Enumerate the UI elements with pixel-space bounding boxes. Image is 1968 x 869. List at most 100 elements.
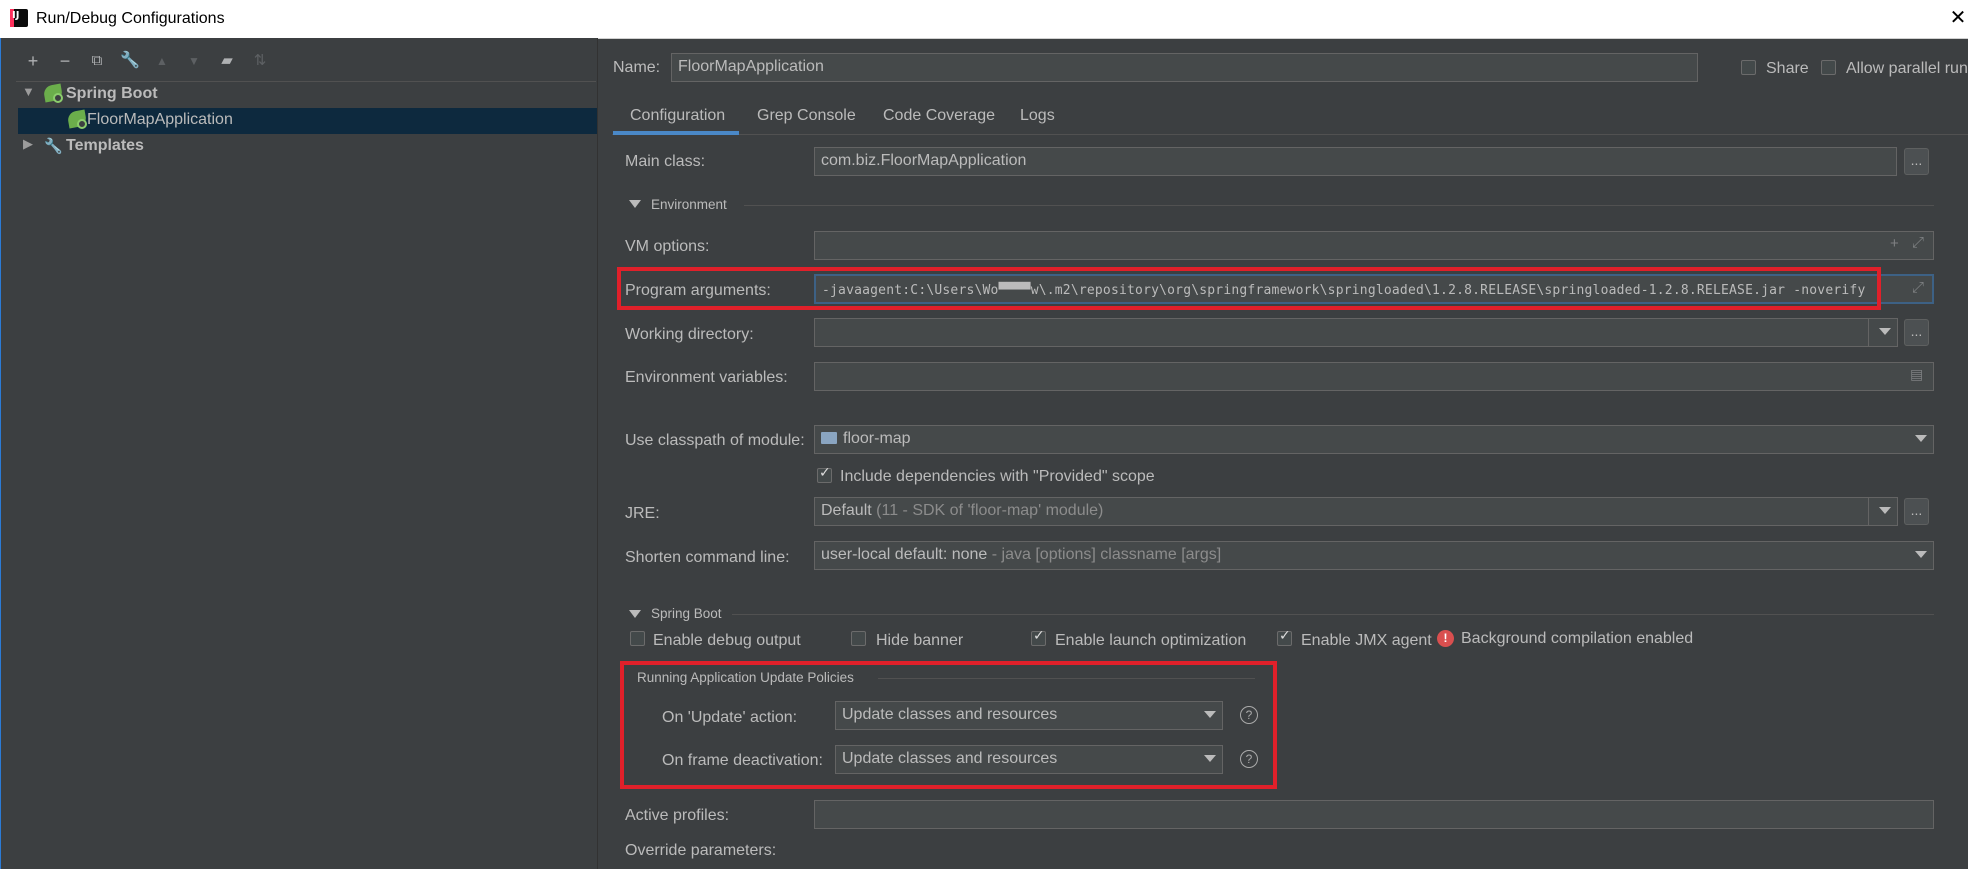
collapse-environment-icon[interactable] (629, 200, 641, 208)
tab-code-coverage[interactable]: Code Coverage (883, 107, 995, 125)
divider (744, 205, 1934, 206)
chevron-down-icon (1915, 435, 1927, 442)
add-icon[interactable]: + (1890, 235, 1899, 252)
wrench-icon[interactable]: 🔧 (119, 50, 141, 72)
document-icon[interactable]: ▤ (1910, 366, 1923, 383)
shorten-command-line-select[interactable]: user-local default: none - java [options… (814, 541, 1934, 570)
move-up-icon[interactable]: ▲ (151, 50, 173, 72)
tabs-divider (612, 134, 1968, 135)
remove-icon[interactable]: − (54, 50, 76, 72)
on-update-action-select[interactable]: Update classes and resources (835, 701, 1223, 730)
share-checkbox[interactable] (1741, 60, 1756, 75)
tree-item-floor-map-application[interactable]: FloorMapApplication (18, 108, 597, 134)
shorten-command-line-hint: - java [options] classname [args] (991, 546, 1222, 563)
sort-icon[interactable]: ⇅ (249, 50, 271, 72)
active-profiles-label: Active profiles: (625, 807, 730, 824)
close-icon[interactable]: ✕ (1948, 6, 1968, 30)
background-compilation-label: Background compilation enabled (1461, 630, 1694, 647)
help-icon[interactable]: ? (1240, 750, 1258, 768)
jre-input[interactable]: Default (11 - SDK of 'floor-map' module) (814, 497, 1869, 526)
hide-banner-checkbox[interactable] (851, 631, 866, 646)
copy-icon[interactable]: ⧉ (86, 50, 108, 72)
enable-launch-optimization-label: Enable launch optimization (1055, 632, 1247, 649)
tab-logs[interactable]: Logs (1020, 107, 1055, 125)
tree-item-label: FloorMapApplication (87, 111, 233, 128)
name-input[interactable]: FloorMapApplication (671, 53, 1698, 82)
error-icon: ! (1437, 630, 1454, 647)
jre-value: Default (821, 502, 872, 519)
environment-variables-label: Environment variables: (625, 369, 788, 386)
chevron-down-icon (1879, 328, 1891, 335)
working-directory-label: Working directory: (625, 326, 754, 343)
tab-grep-console[interactable]: Grep Console (757, 107, 856, 125)
tree-item-label: Templates (66, 137, 144, 154)
add-icon[interactable]: + (22, 50, 44, 72)
expand-icon[interactable]: ⤢ (1912, 234, 1924, 251)
name-label: Name: (613, 59, 661, 76)
environment-variables-input[interactable] (814, 362, 1934, 391)
module-folder-icon (821, 432, 837, 444)
enable-debug-output-label: Enable debug output (653, 632, 801, 649)
collapse-spring-boot-icon[interactable] (629, 610, 641, 618)
allow-parallel-checkbox[interactable] (1821, 60, 1836, 75)
collapse-arrow-icon[interactable]: ▶ (23, 136, 33, 152)
shorten-command-line-value: user-local default: none (821, 546, 988, 563)
shorten-command-line-label: Shorten command line: (625, 549, 790, 566)
active-profiles-input[interactable] (814, 800, 1934, 829)
include-dependencies-checkbox[interactable] (817, 465, 832, 483)
allow-parallel-label: Allow parallel run (1846, 60, 1968, 77)
window-title: Run/Debug Configurations (36, 10, 225, 27)
vm-options-label: VM options: (625, 238, 710, 255)
divider (878, 678, 1255, 679)
chevron-down-icon (1204, 711, 1216, 718)
spring-boot-icon (66, 109, 88, 129)
title-bar: Run/Debug Configurations ✕ (0, 0, 1968, 39)
on-frame-deactivation-select[interactable]: Update classes and resources (835, 745, 1223, 774)
chevron-down-icon (1879, 507, 1891, 514)
working-directory-dropdown[interactable] (1868, 318, 1898, 347)
chevron-down-icon (1204, 755, 1216, 762)
main-class-label: Main class: (625, 153, 706, 170)
browse-working-directory-button[interactable]: ... (1904, 319, 1929, 346)
browse-main-class-button[interactable]: ... (1904, 148, 1929, 175)
spring-boot-icon (42, 83, 64, 103)
new-folder-icon[interactable]: ▰ (216, 50, 238, 72)
on-update-action-value: Update classes and resources (842, 706, 1058, 723)
jre-label: JRE: (625, 505, 660, 522)
on-frame-deactivation-label: On frame deactivation: (662, 752, 823, 769)
tree-item-spring-boot[interactable]: ▼ Spring Boot (18, 82, 597, 108)
jre-dropdown[interactable] (1868, 497, 1898, 526)
divider (732, 614, 1934, 615)
help-icon[interactable]: ? (1240, 706, 1258, 724)
wrench-icon: 🔧 (44, 138, 63, 155)
classpath-module-select[interactable]: floor-map (814, 425, 1934, 454)
enable-launch-optimization-checkbox[interactable] (1031, 628, 1046, 646)
update-policies-title: Running Application Update Policies (637, 670, 854, 685)
tree-item-label: Spring Boot (66, 85, 158, 102)
highlight-box (617, 267, 1881, 310)
browse-jre-button[interactable]: ... (1904, 498, 1929, 525)
working-directory-input[interactable] (814, 318, 1869, 347)
hide-banner-label: Hide banner (876, 632, 964, 649)
tree-item-templates[interactable]: ▶ 🔧 Templates (18, 134, 597, 160)
expand-arrow-icon[interactable]: ▼ (22, 84, 35, 99)
spring-boot-section-title: Spring Boot (651, 606, 722, 621)
configurations-tree-panel (0, 38, 598, 869)
move-down-icon[interactable]: ▼ (183, 50, 205, 72)
include-dependencies-label: Include dependencies with "Provided" sco… (840, 468, 1155, 485)
override-parameters-label: Override parameters: (625, 842, 777, 859)
chevron-down-icon (1915, 551, 1927, 558)
classpath-module-label: Use classpath of module: (625, 432, 805, 449)
active-tab-indicator (613, 131, 739, 135)
enable-jmx-agent-checkbox[interactable] (1277, 628, 1292, 646)
on-update-action-label: On 'Update' action: (662, 709, 798, 726)
enable-debug-output-checkbox[interactable] (630, 631, 645, 646)
expand-icon[interactable]: ⤢ (1912, 279, 1924, 296)
environment-section-title: Environment (651, 197, 727, 212)
classpath-module-value: floor-map (843, 430, 911, 447)
tab-configuration[interactable]: Configuration (630, 107, 725, 125)
main-class-input[interactable]: com.biz.FloorMapApplication (814, 147, 1897, 176)
enable-jmx-agent-label: Enable JMX agent (1301, 632, 1432, 649)
vm-options-input[interactable] (814, 231, 1934, 260)
intellij-logo-icon (10, 9, 28, 27)
